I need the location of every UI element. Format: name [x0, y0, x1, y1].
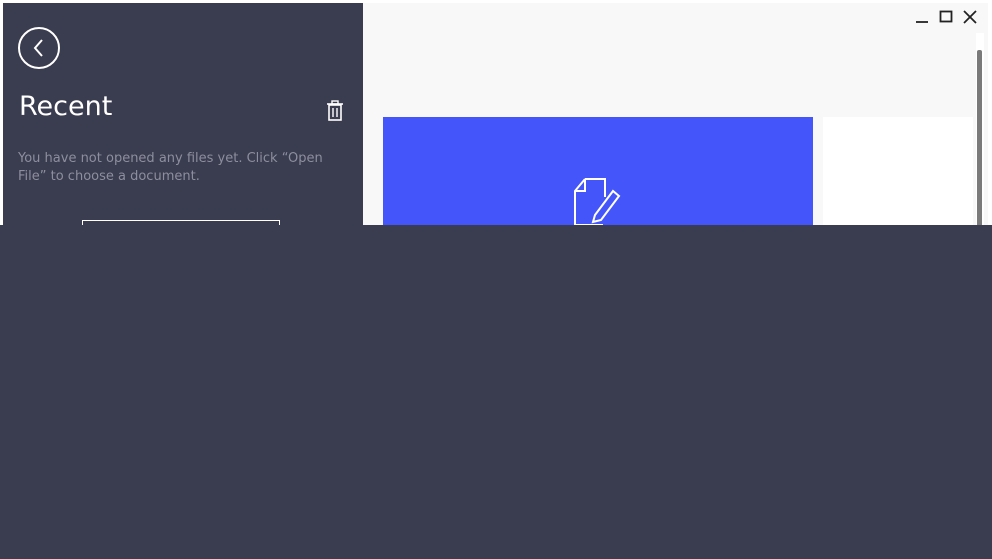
empty-recent-message: You have not opened any files yet. Click… [18, 151, 323, 184]
secondary-card[interactable] [823, 117, 973, 237]
scrollbar-thumb[interactable] [977, 50, 982, 233]
edit-document-icon [574, 178, 621, 226]
minimize-button[interactable] [914, 9, 930, 25]
trash-icon [327, 100, 343, 121]
sidebar-title: Recent [19, 91, 113, 122]
clear-recent-button[interactable] [326, 100, 346, 122]
dark-overlay [0, 225, 992, 559]
edit-document-card[interactable] [383, 117, 813, 237]
maximize-icon [939, 10, 953, 23]
scrollbar[interactable] [976, 33, 984, 233]
close-icon [963, 10, 977, 24]
minimize-icon [916, 21, 928, 23]
chevron-left-icon [33, 39, 43, 57]
maximize-button[interactable] [938, 9, 954, 25]
window-controls [914, 9, 978, 25]
back-button[interactable] [18, 27, 60, 69]
close-button[interactable] [962, 9, 978, 25]
